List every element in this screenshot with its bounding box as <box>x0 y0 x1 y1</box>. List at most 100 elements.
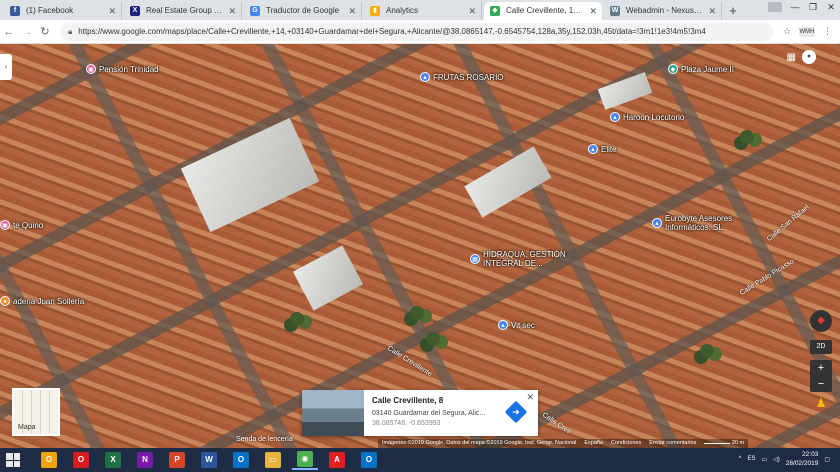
poi-label: Vit sec <box>511 320 535 330</box>
poi-marker[interactable]: ▲ Eurobyte Asesores Informáticos, SL <box>652 214 755 232</box>
maximize-button[interactable]: ❐ <box>804 0 822 14</box>
tab-close-icon[interactable]: ✕ <box>589 2 597 20</box>
start-button[interactable] <box>6 453 20 467</box>
outlook-2-icon: O <box>361 452 377 468</box>
tree <box>290 312 304 326</box>
poi-marker[interactable]: ▣ te Quino <box>0 220 43 230</box>
taskbar-app-onenote[interactable]: N <box>132 450 158 470</box>
satellite-map[interactable]: › ▦ ● ▣ Pensión Trinidad ▲ FRUTAS ROSARIO ◆ P… <box>0 44 840 448</box>
back-button[interactable]: ← <box>0 26 18 38</box>
shop-icon: ▲ <box>652 218 662 228</box>
browser-tab[interactable]: ◆ Calle Crevillente, 14 - Go ✕ <box>484 2 602 20</box>
volume-icon[interactable]: ◁) <box>773 456 780 463</box>
star-icon[interactable]: ☆ <box>783 26 791 37</box>
toggle-2d-button[interactable]: 2D <box>810 340 832 354</box>
outlook-icon: O <box>233 452 249 468</box>
menu-icon[interactable]: ⋮ <box>823 26 832 37</box>
poi-label: Elite <box>601 144 617 154</box>
reload-button[interactable]: ↻ <box>36 25 54 38</box>
powerpoint-icon: P <box>169 452 185 468</box>
poi-label: FRUTAS ROSARIO <box>433 72 504 82</box>
tray-arrow-icon[interactable]: ^ <box>739 456 742 462</box>
place-info-card[interactable]: Calle Crevillente, 8 03140 Guardamar del… <box>302 390 538 436</box>
poi-marker[interactable]: ▦ HIDRAQUA, GESTIÓN INTEGRAL DE... <box>470 250 573 268</box>
tree <box>700 344 714 358</box>
forward-button[interactable]: → <box>18 26 36 38</box>
new-tab-button[interactable]: + <box>724 2 742 20</box>
attribution-country[interactable]: España <box>584 439 603 448</box>
poi-marker[interactable]: ▲ Elite <box>588 144 617 154</box>
close-card-button[interactable]: ✕ <box>526 392 534 403</box>
account-avatar[interactable]: ● <box>802 50 816 64</box>
taskbar-app-excel[interactable]: X <box>100 450 126 470</box>
tab-close-icon[interactable]: ✕ <box>468 2 476 20</box>
taskbar-app-acrobat[interactable]: A <box>324 450 350 470</box>
pegman-icon[interactable]: ♟ <box>812 396 830 414</box>
poi-marker[interactable]: ▲ Haroon Locutorio <box>610 112 684 122</box>
taskbar-app-chrome[interactable]: ◉ <box>292 450 318 470</box>
tab-title: Traductor de Google <box>266 6 340 15</box>
poi-label: Plaza Jaume II <box>681 64 734 74</box>
taskbar-app-opera[interactable]: O <box>68 450 94 470</box>
park-icon: ◆ <box>668 64 678 74</box>
poi-marker[interactable]: ● aderia Juan Sollería <box>0 296 84 306</box>
taskbar-app-explorer-alt[interactable]: O <box>36 450 62 470</box>
tab-close-icon[interactable]: ✕ <box>108 2 116 20</box>
browser-tab[interactable]: X Real Estate Group Nexus ✕ <box>124 2 242 20</box>
tab-title: Calle Crevillente, 14 - Go <box>506 6 596 15</box>
taskbar-app-powerpoint[interactable]: P <box>164 450 190 470</box>
address-bar[interactable]: 🔒︎ https://www.google.com/maps/place/Cal… <box>60 22 773 41</box>
shop-icon: ▲ <box>610 112 620 122</box>
poi-marker[interactable]: ▲ FRUTAS ROSARIO <box>420 72 504 82</box>
browser-tab[interactable]: G Traductor de Google ✕ <box>244 2 362 20</box>
minimize-button[interactable]: — <box>786 0 804 14</box>
info-card-title[interactable]: Calle Crevillente, 8 <box>372 396 532 405</box>
attribution-feedback[interactable]: Enviar comentarios <box>649 439 696 448</box>
hotel-icon: ▣ <box>0 220 10 230</box>
tree <box>740 130 754 144</box>
poi-marker[interactable]: ◆ Plaza Jaume II <box>668 64 734 74</box>
attribution-terms[interactable]: Condiciones <box>611 439 641 448</box>
tab-close-icon[interactable]: ✕ <box>348 2 356 20</box>
zoom-in-button[interactable]: + <box>810 360 832 376</box>
shop-icon: ▲ <box>498 320 508 330</box>
street-view-thumbnail[interactable] <box>302 390 364 436</box>
network-icon[interactable]: ▭ <box>761 456 767 463</box>
map-type-switcher[interactable]: Mapa <box>12 388 60 436</box>
browser-toolbar: ← → ↻ 🔒︎ https://www.google.com/maps/pla… <box>0 20 840 44</box>
zoom-out-button[interactable]: − <box>810 376 832 392</box>
zoom-controls: + − <box>810 360 832 392</box>
compass-icon[interactable]: ◆ <box>810 310 832 332</box>
tab-title: Webadmin - Nexus Grup <box>626 6 714 15</box>
white-roof-building <box>292 245 364 311</box>
notifications-icon[interactable]: ▢ <box>824 456 830 463</box>
extension-icon[interactable]: WMH <box>799 26 815 37</box>
taskbar-app-file-explorer[interactable]: ▭ <box>260 450 286 470</box>
browser-tab[interactable]: ▮ Analytics ✕ <box>364 2 482 20</box>
profile-icon[interactable] <box>768 2 782 12</box>
google-apps-icon[interactable]: ▦ <box>787 52 796 63</box>
taskbar-app-outlook-2[interactable]: O <box>356 450 382 470</box>
shop-icon: ▲ <box>588 144 598 154</box>
excel-icon: X <box>105 452 121 468</box>
language-indicator[interactable]: ES <box>747 456 755 462</box>
scale-bar[interactable]: 20 m <box>704 439 744 448</box>
street-label: Senda de lencería <box>236 436 293 443</box>
poi-marker[interactable]: ▣ Pensión Trinidad <box>86 64 159 74</box>
tab-close-icon[interactable]: ✕ <box>708 2 716 20</box>
file-explorer-icon: ▭ <box>265 452 281 468</box>
webadmin-icon: W <box>610 6 620 16</box>
browser-tab[interactable]: W Webadmin - Nexus Grup ✕ <box>604 2 722 20</box>
tab-strip: f (1) Facebook ✕ X Real Estate Group Nexus ✕ G… <box>0 0 840 20</box>
tab-close-icon[interactable]: ✕ <box>228 2 236 20</box>
taskbar-app-word[interactable]: W <box>196 450 222 470</box>
close-window-button[interactable]: ✕ <box>822 0 840 14</box>
taskbar-app-outlook[interactable]: O <box>228 450 254 470</box>
poi-label: Haroon Locutorio <box>623 112 685 122</box>
food-icon: ● <box>0 296 10 306</box>
browser-tab[interactable]: f (1) Facebook ✕ <box>4 2 122 20</box>
side-panel-toggle[interactable]: › <box>0 54 12 80</box>
clock-date: 28/02/2019 <box>785 460 819 467</box>
clock[interactable]: 22:03 28/02/2019 <box>786 450 819 468</box>
poi-marker[interactable]: ▲ Vit sec <box>498 320 535 330</box>
